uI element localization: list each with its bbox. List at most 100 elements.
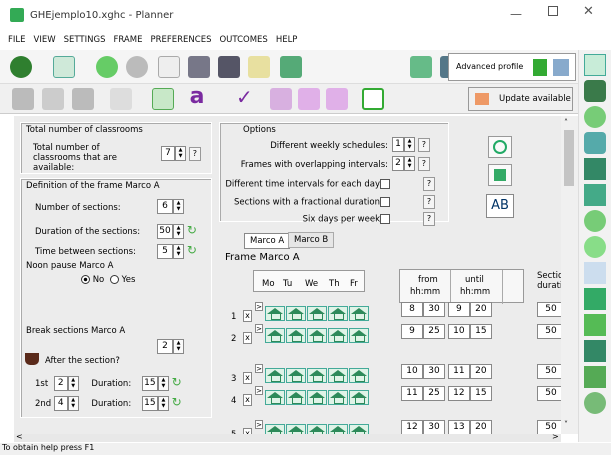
remove-row-button[interactable]: x [243, 310, 252, 322]
classroom-tool-icon[interactable] [410, 56, 432, 78]
board-icon[interactable] [584, 158, 606, 180]
between-input[interactable]: 5 ▲ ▼ ↻ [157, 243, 197, 259]
people-icon[interactable] [584, 106, 606, 128]
smiley-icon[interactable] [584, 236, 606, 258]
triangle-icon[interactable] [584, 262, 606, 284]
minimize-button[interactable]: — [510, 7, 522, 21]
add-person-icon[interactable] [12, 88, 34, 110]
group-icon[interactable] [42, 88, 64, 110]
windows-icon[interactable] [584, 184, 606, 206]
edit-icon[interactable] [110, 88, 132, 110]
break1-duration-input[interactable]: 15 ▲ ▼ [141, 376, 169, 391]
opt-sixdays-label[interactable]: Six days per week [303, 214, 390, 225]
opt-fractional-label[interactable]: Sections with a fractional duration [234, 197, 390, 208]
options-box: Options Different weekly schedules: 1 ▲ ▼ … [219, 122, 449, 226]
profile-label: Advanced profile [456, 62, 524, 71]
opt-sixdays-checkbox [380, 214, 390, 224]
classrooms-input[interactable]: 7 ▲ ▼ ? [161, 146, 201, 161]
refresh-icon: ↻ [186, 223, 197, 237]
horizontal-scrollbar[interactable]: < > [14, 432, 561, 442]
scroll-thumb[interactable] [564, 130, 574, 186]
heart-icon[interactable] [584, 392, 606, 414]
tab-marco-b[interactable]: Marco B [288, 232, 335, 248]
status-bar: To obtain help press F1 [0, 443, 611, 455]
refresh-icon: ↻ [171, 375, 182, 389]
pen-icon[interactable] [584, 366, 606, 388]
days-header: Mo Tu We Th Fr [253, 270, 365, 292]
app-icon [10, 8, 24, 22]
settings-icon[interactable] [72, 88, 94, 110]
play-icon[interactable] [362, 88, 384, 110]
back-icon[interactable] [96, 56, 118, 78]
menu-help[interactable]: HELP [276, 35, 298, 45]
menu-settings[interactable]: SETTINGS [64, 35, 106, 45]
pointer-icon[interactable] [298, 88, 320, 110]
run-icon[interactable] [270, 88, 292, 110]
breaks-count-input[interactable]: 2 ▲ ▼ [157, 339, 184, 354]
menu-frame[interactable]: FRAME [113, 35, 142, 45]
check-icon[interactable]: ✓ [236, 85, 253, 109]
book-icon[interactable] [584, 80, 606, 102]
frame-def-title: Definition of the frame Marco A [26, 181, 160, 191]
remove-row-button[interactable]: x [243, 372, 252, 384]
break1-section-input[interactable]: 2 ▲ ▼ [53, 376, 79, 391]
opt-overlap-input[interactable]: 2 ▲ ▼ ? [392, 156, 430, 171]
update-button[interactable]: Update available [468, 87, 573, 111]
ghc-logo-icon[interactable] [10, 56, 32, 78]
scroll-down-icon: ˅ [564, 420, 568, 429]
print-icon[interactable] [218, 56, 240, 78]
home-icon[interactable] [584, 54, 606, 76]
opt-intervals-label[interactable]: Different time intervals for each day [225, 179, 390, 190]
home-icon[interactable] [53, 56, 75, 78]
title-bar: GHEjemplo10.xghc - Planner — ✕ [0, 0, 611, 31]
forward-icon[interactable] [126, 56, 148, 78]
opt-overlap-label: Frames with overlapping intervals: [240, 160, 388, 170]
ab-button[interactable]: AB [486, 194, 514, 218]
teacher-icon[interactable] [584, 132, 606, 154]
help-cursor-icon[interactable] [248, 56, 270, 78]
group-icon[interactable] [584, 210, 606, 232]
close-button[interactable]: ✕ [583, 4, 594, 19]
opt-weekly-input[interactable]: 1 ▲ ▼ ? [392, 137, 430, 152]
save-icon[interactable] [188, 56, 210, 78]
window-title: GHEjemplo10.xghc - Planner [30, 10, 174, 21]
break2-duration-input[interactable]: 15 ▲ ▼ [141, 396, 169, 411]
building-icon[interactable] [152, 88, 174, 110]
pencil-icon[interactable] [584, 314, 606, 336]
opt-weekly-label: Different weekly schedules: [270, 141, 388, 151]
frame-grid: Mo Tu We Th Fr from hh:mm until hh:mm Se… [225, 266, 561, 434]
vertical-scrollbar[interactable]: ˄ ˅ [561, 116, 578, 434]
menu-outcomes[interactable]: OUTCOMES [219, 35, 267, 45]
break-row-1: 1st 2 ▲ ▼ Duration: 15 ▲ ▼ ↻ [35, 375, 182, 391]
sections-input[interactable]: 6 ▲ ▼ [157, 199, 184, 214]
profile-box[interactable]: Advanced profile [448, 53, 576, 81]
noon-title: Noon pause Marco A [26, 261, 114, 271]
break2-section-input[interactable]: 4 ▲ ▼ [53, 396, 79, 411]
text-a-icon[interactable]: a [184, 86, 210, 112]
import-button[interactable] [488, 164, 512, 186]
expand-row-button[interactable]: > [255, 420, 263, 429]
break-row-2: 2nd 4 ▲ ▼ Duration: 15 ▲ ▼ ↻ [35, 395, 182, 411]
clock-button[interactable] [488, 136, 512, 158]
tab-marco-a[interactable]: Marco A [244, 233, 291, 249]
duration-input[interactable]: 50 ▲ ▼ ↻ [157, 223, 197, 239]
menu-view[interactable]: VIEW [34, 35, 56, 45]
expand-row-button[interactable]: > [255, 364, 263, 373]
opt-fractional-checkbox [380, 197, 390, 207]
menu-preferences[interactable]: PREFERENCES [150, 35, 211, 45]
menu-file[interactable]: FILE [8, 35, 26, 45]
filter-icon[interactable] [326, 88, 348, 110]
expand-row-button[interactable]: > [255, 302, 263, 311]
new-file-icon[interactable] [158, 56, 180, 78]
noon-radio-group[interactable]: No Yes [81, 275, 135, 285]
teacher-icon[interactable] [280, 56, 302, 78]
expand-row-button[interactable]: > [255, 386, 263, 395]
expand-row-button[interactable]: > [255, 324, 263, 333]
clipboard-icon[interactable] [584, 340, 606, 362]
remove-row-button[interactable]: x [243, 394, 252, 406]
move-icon[interactable] [584, 288, 606, 310]
breaks-title: Break sections Marco A [26, 326, 126, 336]
maximize-button[interactable] [548, 6, 558, 16]
main-toolbar: Advanced profile [0, 50, 578, 84]
remove-row-button[interactable]: x [243, 332, 252, 344]
